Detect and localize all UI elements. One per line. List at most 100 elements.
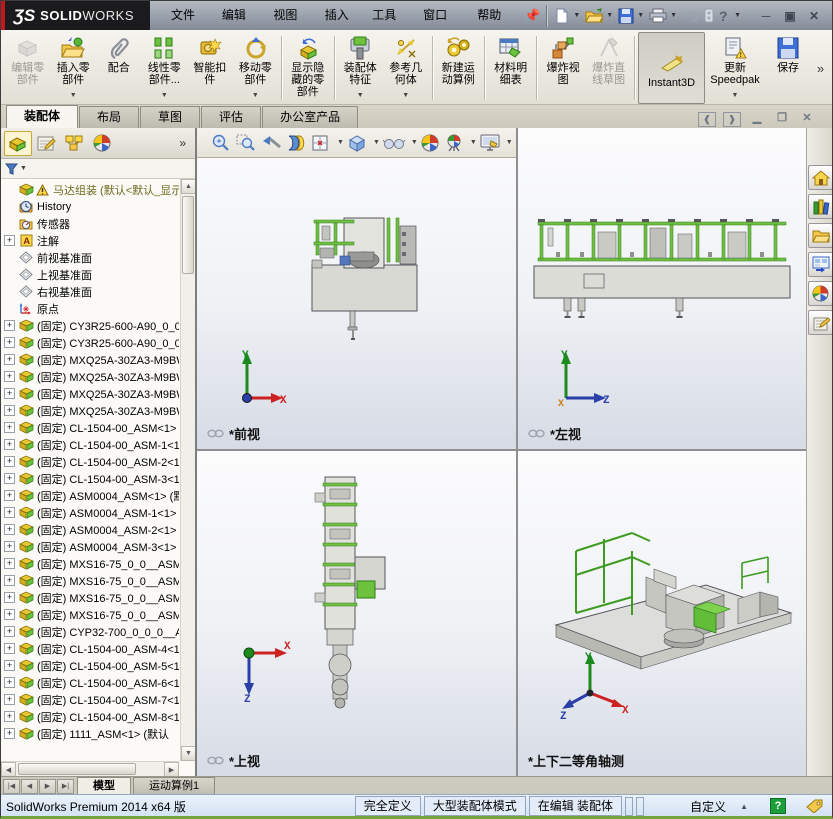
custom-properties-tab[interactable] (808, 310, 832, 335)
tree-item-right-plane[interactable]: 右视基准面 (3, 283, 179, 300)
scrollbar-thumb[interactable] (18, 763, 136, 775)
split-right-button[interactable]: ❱ (723, 112, 741, 127)
tree-item-component[interactable]: + (固定) CL-1504-00_ASM-2<1 (3, 453, 179, 470)
tree-item-component[interactable]: + (固定) 1111_ASM<1> (默认 (3, 725, 179, 742)
ribbon-tab[interactable]: 评估 (201, 106, 262, 128)
tree-item-history[interactable]: History (3, 198, 179, 215)
expand-icon[interactable]: + (4, 541, 15, 552)
toolbar-overflow-chevron[interactable]: » (811, 61, 830, 76)
assembly-features-button[interactable]: 装配体特征 ▼ (337, 32, 383, 104)
view-orientation-icon[interactable] (310, 133, 332, 153)
tab-scroll-next-button[interactable]: ▶ (39, 779, 56, 794)
tree-item-component[interactable]: + (固定) CL-1504-00_ASM-7<1 (3, 691, 179, 708)
appearances-tab[interactable] (808, 281, 832, 306)
expand-icon[interactable]: + (4, 439, 15, 450)
expand-icon[interactable]: + (4, 235, 15, 246)
expand-icon[interactable]: + (4, 592, 15, 603)
expand-icon[interactable]: + (4, 337, 15, 348)
expand-icon[interactable]: + (4, 643, 15, 654)
tree-item-component[interactable]: + (固定) MXQ25A-30ZA3-M9BW (3, 385, 179, 402)
print-button[interactable] (648, 6, 668, 25)
expand-icon[interactable]: + (4, 609, 15, 620)
open-button[interactable] (584, 6, 604, 25)
previous-view-icon[interactable] (260, 133, 282, 153)
view-settings-icon[interactable] (479, 133, 501, 153)
chevron-down-icon[interactable]: ▼ (506, 139, 513, 146)
move-component-button[interactable]: 移动零部件 ▼ (233, 32, 279, 104)
minimize-button[interactable]: ─ (758, 8, 774, 24)
expand-icon[interactable]: + (4, 422, 15, 433)
menu-item[interactable]: 帮助(H) (468, 1, 520, 51)
chevron-up-icon[interactable]: ▲ (740, 802, 748, 811)
menu-item[interactable]: 工具(T) (363, 1, 414, 51)
ribbon-tab[interactable]: 草图 (140, 106, 201, 128)
split-left-button[interactable]: ❰ (698, 112, 716, 127)
scrollbar-thumb[interactable] (182, 196, 194, 274)
expand-icon[interactable]: + (4, 371, 15, 382)
expand-icon[interactable]: + (4, 388, 15, 399)
scroll-left-arrow[interactable]: ◀ (1, 762, 16, 776)
tree-item-front-plane[interactable]: 前视基准面 (3, 249, 179, 266)
zoom-area-icon[interactable] (235, 133, 257, 153)
explode-line-sketch-button[interactable]: 爆炸直线草图 (586, 32, 632, 104)
tree-item-origin[interactable]: 原点 (3, 300, 179, 317)
hide-show-items-icon[interactable] (382, 133, 406, 153)
chevron-down-icon[interactable]: ▼ (734, 12, 741, 19)
exploded-view-button[interactable]: 爆炸视图 (540, 32, 586, 104)
chevron-down-icon[interactable]: ▼ (411, 139, 418, 146)
smart-fasteners-button[interactable]: 智能扣件 (187, 32, 233, 104)
tree-item-component[interactable]: + (固定) CY3R25-600-A90_0_0 (3, 317, 179, 334)
ribbon-tab[interactable]: 布局 (79, 106, 140, 128)
tree-item-component[interactable]: + (固定) MXQ25A-30ZA3-M9BW (3, 368, 179, 385)
displaymanager-tab[interactable] (88, 131, 116, 156)
tree-item-component[interactable]: + (固定) CL-1504-00_ASM-3<1 (3, 470, 179, 487)
featuremanager-tab[interactable] (4, 130, 32, 156)
tree-item-component[interactable]: + (固定) ASM0004_ASM-1<1> (3, 504, 179, 521)
tab-scroll-first-button[interactable]: |◀ (3, 779, 20, 794)
tree-item-component[interactable]: + (固定) MXS16-75_0_0__ASM (3, 589, 179, 606)
scroll-down-arrow[interactable]: ▼ (181, 746, 195, 761)
pane-isometric-view[interactable]: Y X Z *上下二等角轴测 (518, 451, 806, 776)
update-speedpak-button[interactable]: ! 更新Speedpak ▼ (705, 32, 766, 104)
chevron-down-icon[interactable]: ▼ (337, 139, 344, 146)
expand-icon[interactable]: + (4, 473, 15, 484)
view-palette-tab[interactable] (808, 252, 832, 277)
tree-item-component[interactable]: + (固定) MXS16-75_0_0__ASM (3, 555, 179, 572)
tree-item-component[interactable]: + (固定) MXS16-75_0_0__ASM (3, 572, 179, 589)
chevron-down-icon[interactable]: ▼ (606, 12, 613, 19)
bill-of-materials-button[interactable]: 材料明细表 (488, 32, 534, 104)
new-document-button[interactable] (553, 6, 571, 26)
ribbon-tab[interactable]: 办公室产品 (262, 106, 359, 128)
tree-item-component[interactable]: + (固定) MXQ25A-30ZA3-M9BW (3, 351, 179, 368)
status-help-icon[interactable]: ? (770, 798, 786, 814)
ribbon-tab[interactable]: 装配体 (6, 105, 79, 128)
display-style-icon[interactable] (346, 133, 368, 153)
doc-restore-button[interactable]: ❐ (773, 112, 791, 127)
tree-vertical-scrollbar[interactable]: ▲ ▼ (180, 179, 195, 761)
expand-icon[interactable]: + (4, 320, 15, 331)
show-hidden-components-button[interactable]: 显示隐藏的零部件 (285, 32, 331, 104)
reference-geometry-button[interactable]: 参考几何体 ▼ (383, 32, 429, 104)
tree-item-component[interactable]: + (固定) CY3R25-600-A90_0_0 (3, 334, 179, 351)
expand-icon[interactable]: + (4, 677, 15, 688)
scroll-right-arrow[interactable]: ▶ (164, 762, 179, 776)
doc-minimize-button[interactable]: ▁ (748, 112, 766, 127)
tree-item-sensors[interactable]: 传感器 (3, 215, 179, 232)
pane-left-view[interactable]: Y Z X *左视 (518, 128, 806, 449)
scroll-up-arrow[interactable]: ▲ (181, 179, 195, 194)
expand-icon[interactable]: + (4, 558, 15, 569)
expand-icon[interactable]: + (4, 626, 15, 637)
expand-icon[interactable]: + (4, 660, 15, 671)
menu-item[interactable]: 窗口(W) (414, 1, 468, 51)
tree-item-component[interactable]: + (固定) CL-1504-00_ASM<1> (3, 419, 179, 436)
edit-appearance-icon[interactable] (420, 133, 440, 153)
file-explorer-tab[interactable] (808, 223, 832, 248)
expand-icon[interactable]: + (4, 728, 15, 739)
chevron-down-icon[interactable]: ▼ (637, 12, 644, 19)
tree-root-assembly[interactable]: 马达组装 (默认<默认_显示 (3, 181, 179, 198)
menu-item[interactable]: 编辑(E) (213, 1, 264, 51)
pin-menu-icon[interactable]: 📌 (524, 1, 540, 30)
rebuild-button[interactable] (702, 6, 716, 25)
maximize-button[interactable]: ▣ (782, 8, 798, 24)
new-motion-study-button[interactable]: 新建运动算例 (435, 32, 481, 104)
